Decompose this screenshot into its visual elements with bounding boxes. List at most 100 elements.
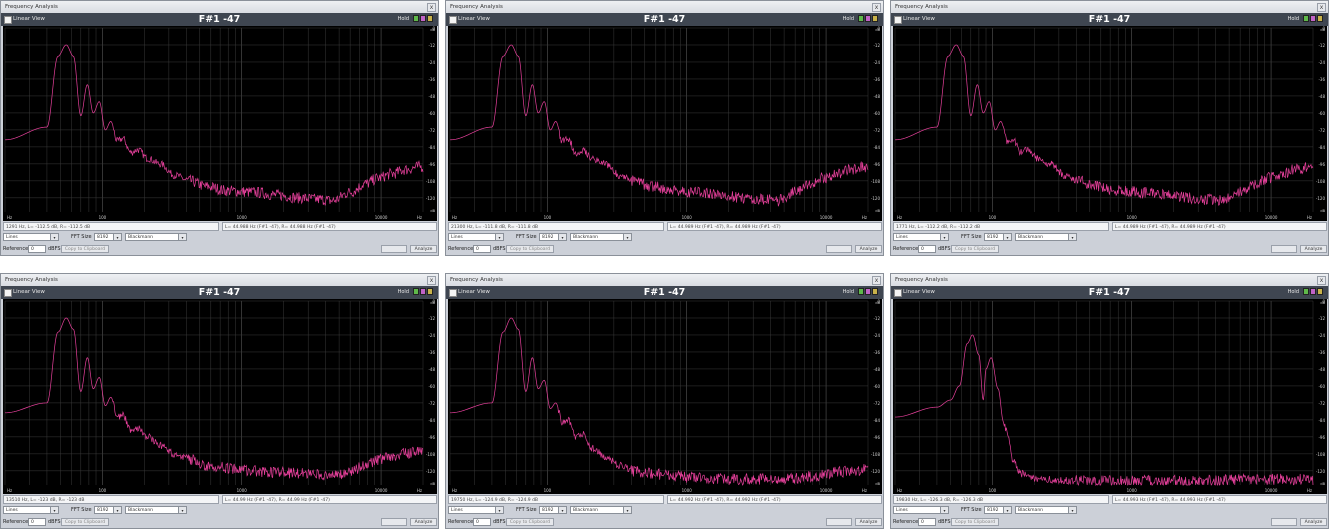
analyze-button[interactable]: Analyze <box>855 245 882 253</box>
close-icon[interactable]: x <box>1317 3 1326 12</box>
blank-button[interactable] <box>381 245 407 253</box>
window-title: Frequency Analysis <box>5 4 58 10</box>
blank-button[interactable] <box>1271 518 1297 526</box>
scale-select[interactable]: Lines ▾ <box>893 506 949 514</box>
scale-select[interactable]: Lines ▾ <box>3 506 59 514</box>
fft-size-select[interactable]: 8192 ▾ <box>94 233 122 241</box>
y-bottom-label: dB <box>1320 482 1325 486</box>
window-title: Frequency Analysis <box>5 277 58 283</box>
copy-to-clipboard-button[interactable]: Copy to Clipboard <box>951 518 999 526</box>
dropdown-arrow-icon: ▾ <box>623 507 631 513</box>
analyze-button[interactable]: Analyze <box>855 518 882 526</box>
copy-to-clipboard-button[interactable]: Copy to Clipboard <box>506 245 554 253</box>
chart-header: Linear View F#1 -47 Hold <box>891 13 1328 26</box>
reference-input[interactable]: 0 <box>28 518 46 526</box>
fft-size-select[interactable]: 8192 ▾ <box>984 233 1012 241</box>
reference-input[interactable]: 0 <box>918 245 936 253</box>
spectrum-plot[interactable]: 0 -12 -24 -36 -48 -60 -72 -84 -96 -108 -120 dB dB Hz 1… <box>448 26 882 221</box>
scale-select[interactable]: Lines ▾ <box>3 233 59 241</box>
y-tick-label: -60 <box>428 111 435 116</box>
scale-select[interactable]: Lines ▾ <box>448 506 504 514</box>
hold-yellow-icon[interactable] <box>1317 15 1323 22</box>
y-tick-label: -36 <box>873 350 880 355</box>
hold-magenta-icon[interactable] <box>420 288 426 295</box>
reference-input[interactable]: 0 <box>473 518 491 526</box>
chart-header: Linear View F#1 -47 Hold <box>891 286 1328 299</box>
y-tick-label: -60 <box>873 384 880 389</box>
hold-magenta-icon[interactable] <box>1310 288 1316 295</box>
hold-magenta-icon[interactable] <box>420 15 426 22</box>
x-tick-label: Hz <box>862 215 867 220</box>
analyze-button[interactable]: Analyze <box>410 245 437 253</box>
blank-button[interactable] <box>826 245 852 253</box>
copy-to-clipboard-button[interactable]: Copy to Clipboard <box>951 245 999 253</box>
hold-green-icon[interactable] <box>1303 288 1309 295</box>
hold-green-icon[interactable] <box>858 15 864 22</box>
window-function-select[interactable]: Blackmann ▾ <box>1015 233 1077 241</box>
window-function-select[interactable]: Blackmann ▾ <box>125 506 187 514</box>
analyze-button[interactable]: Analyze <box>410 518 437 526</box>
fft-size-select[interactable]: 8192 ▾ <box>94 506 122 514</box>
hold-yellow-icon[interactable] <box>872 15 878 22</box>
hold-green-icon[interactable] <box>1303 15 1309 22</box>
hold-green-icon[interactable] <box>413 15 419 22</box>
fft-size-select[interactable]: 8192 ▾ <box>539 233 567 241</box>
hold-yellow-icon[interactable] <box>427 288 433 295</box>
close-icon[interactable]: x <box>427 3 436 12</box>
blank-button[interactable] <box>381 518 407 526</box>
hold-green-icon[interactable] <box>413 288 419 295</box>
hold-yellow-icon[interactable] <box>872 288 878 295</box>
spectrum-chart: 0-12-24-36-48-60-72-84-96-108-120dBdBHz 1… <box>894 26 1326 220</box>
blank-button[interactable] <box>1271 245 1297 253</box>
close-icon[interactable]: x <box>872 3 881 12</box>
close-icon[interactable]: x <box>427 276 436 285</box>
hold-yellow-icon[interactable] <box>1317 288 1323 295</box>
hold-yellow-icon[interactable] <box>427 15 433 22</box>
y-tick-label: -108 <box>1316 179 1326 184</box>
analyze-button[interactable]: Analyze <box>1300 518 1327 526</box>
blank-button[interactable] <box>826 518 852 526</box>
close-icon[interactable]: x <box>1317 276 1326 285</box>
spectrum-chart: 0-12-24-36-48-60-72-84-96-108-120dBdBHz 1… <box>449 26 881 220</box>
y-bottom-label: dB <box>875 209 880 213</box>
spectrum-plot[interactable]: 0 -12 -24 -36 -48 -60 -72 -84 -96 -108 -120 dB dB Hz 1… <box>3 26 437 221</box>
spectrum-plot[interactable]: 0 -12 -24 -36 -48 -60 -72 -84 -96 -108 -120 dB dB Hz 1… <box>893 299 1327 494</box>
spectrum-plot[interactable]: 0 -12 -24 -36 -48 -60 -72 -84 -96 -108 -120 dB dB Hz 1… <box>448 299 882 494</box>
copy-to-clipboard-button[interactable]: Copy to Clipboard <box>61 518 109 526</box>
fft-size-select[interactable]: 8192 ▾ <box>984 506 1012 514</box>
reference-input[interactable]: 0 <box>28 245 46 253</box>
reference-label: Reference <box>3 519 29 525</box>
x-tick-label: Hz <box>7 215 12 220</box>
window-function-select[interactable]: Blackmann ▾ <box>570 506 632 514</box>
y-tick-label: -36 <box>428 350 435 355</box>
x-tick-label: Hz <box>897 215 902 220</box>
analyze-button[interactable]: Analyze <box>1300 245 1327 253</box>
hold-magenta-icon[interactable] <box>865 288 871 295</box>
hold-magenta-icon[interactable] <box>1310 15 1316 22</box>
scale-select-value: Lines <box>451 235 463 240</box>
x-tick-label: Hz <box>417 488 422 493</box>
hold-green-icon[interactable] <box>858 288 864 295</box>
spectrum-plot[interactable]: 0 -12 -24 -36 -48 -60 -72 -84 -96 -108 -120 dB dB Hz 1… <box>3 299 437 494</box>
reference-label: Reference <box>448 519 474 525</box>
scale-select[interactable]: Lines ▾ <box>448 233 504 241</box>
reference-input[interactable]: 0 <box>918 518 936 526</box>
y-tick-label: -24 <box>428 60 435 65</box>
copy-to-clipboard-button[interactable]: Copy to Clipboard <box>506 518 554 526</box>
window-function-select[interactable]: Blackmann ▾ <box>570 233 632 241</box>
x-tick-label: Hz <box>452 488 457 493</box>
hold-label: Hold <box>397 289 409 295</box>
window-function-select[interactable]: Blackmann ▾ <box>125 233 187 241</box>
x-tick-label: 1000 <box>682 488 693 493</box>
hold-magenta-icon[interactable] <box>865 15 871 22</box>
reference-input[interactable]: 0 <box>473 245 491 253</box>
window-function-value: Blackmann <box>573 508 599 513</box>
chart-title: F#1 -47 <box>198 287 241 298</box>
window-function-select[interactable]: Blackmann ▾ <box>1015 506 1077 514</box>
close-icon[interactable]: x <box>872 276 881 285</box>
scale-select[interactable]: Lines ▾ <box>893 233 949 241</box>
y-tick-label: -24 <box>873 333 880 338</box>
copy-to-clipboard-button[interactable]: Copy to Clipboard <box>61 245 109 253</box>
fft-size-select[interactable]: 8192 ▾ <box>539 506 567 514</box>
spectrum-plot[interactable]: 0 -12 -24 -36 -48 -60 -72 -84 -96 -108 -120 dB dB Hz 1… <box>893 26 1327 221</box>
